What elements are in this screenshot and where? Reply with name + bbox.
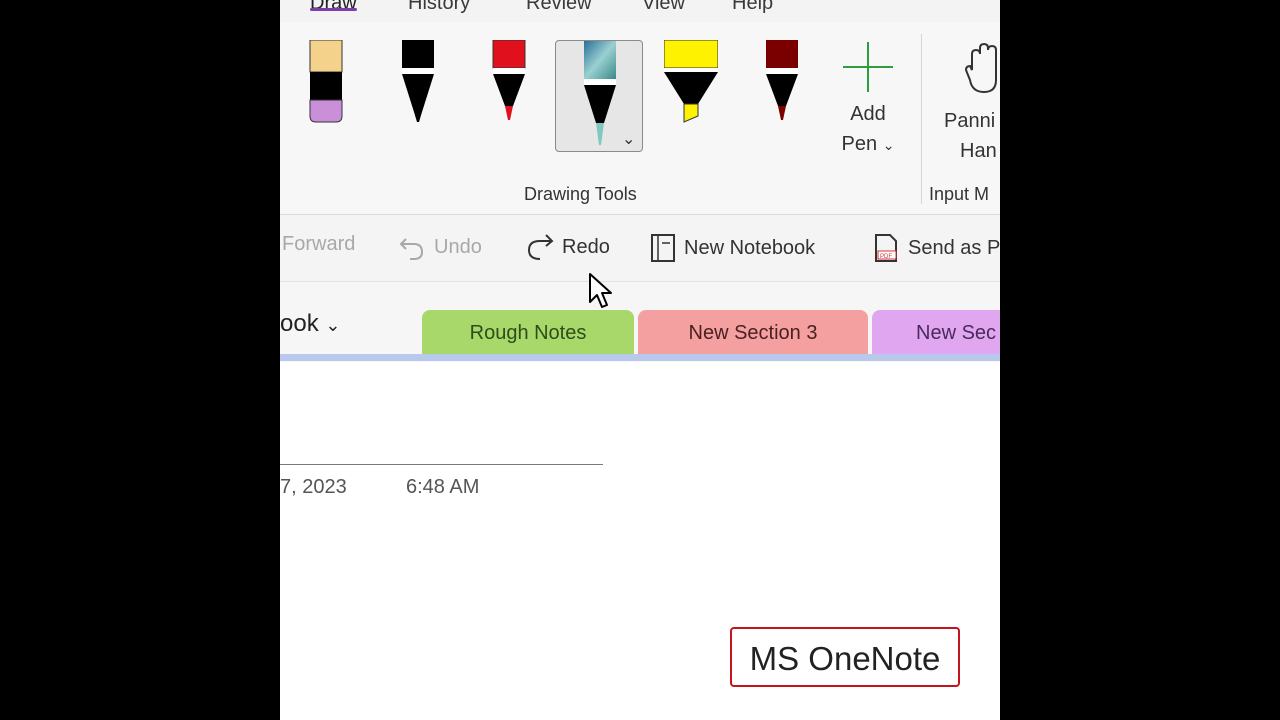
page-time: 6:48 AM — [406, 476, 480, 498]
tab-help[interactable]: Help — [732, 0, 773, 15]
black-pen[interactable] — [400, 40, 436, 124]
chevron-down-icon: ⌄ — [882, 137, 895, 153]
watermark-label: MS OneNote — [730, 627, 960, 687]
ribbon-tab-bar: Draw History Review View Help — [280, 0, 1000, 22]
send-as-label: Send as P — [908, 236, 1000, 259]
redo-icon — [527, 234, 554, 260]
onenote-window: Draw History Review View Help ⌄ Add Pen … — [280, 0, 1000, 720]
send-as-pdf-button[interactable]: PDF Send as P — [872, 233, 1000, 263]
dark-red-pen[interactable] — [764, 40, 800, 124]
tab-review[interactable]: Review — [526, 0, 592, 15]
redo-button[interactable]: Redo — [526, 233, 610, 261]
add-pen-button[interactable]: Add Pen ⌄ — [828, 40, 908, 160]
panning-label-line1: Panni — [944, 110, 996, 132]
forward-button[interactable]: Forward — [282, 233, 355, 256]
red-pen[interactable] — [491, 40, 527, 124]
plus-icon — [843, 42, 893, 92]
new-notebook-label: New Notebook — [684, 236, 816, 259]
chevron-down-icon: ⌄ — [325, 315, 341, 335]
panning-label-line2: Han — [960, 140, 997, 162]
tab-draw[interactable]: Draw — [310, 0, 357, 15]
undo-label: Undo — [434, 235, 482, 258]
undo-icon — [399, 238, 424, 260]
page-title-underline — [280, 464, 603, 465]
input-mode-group-label: Input M — [929, 184, 990, 204]
section-tab-bar: ook ⌄ Rough Notes New Section 3 New Sec — [280, 282, 1000, 362]
forward-label: Forward — [282, 233, 356, 255]
pdf-icon: PDF — [875, 234, 897, 262]
draw-ribbon: ⌄ Add Pen ⌄ Drawing Tools Panni Han Inpu… — [280, 22, 1000, 215]
quick-access-toolbar: Forward Undo Redo New Notebook PDF Send … — [280, 215, 1000, 282]
tab-history[interactable]: History — [408, 0, 470, 15]
drawing-tools-group-label: Drawing Tools — [524, 184, 637, 204]
section-tab-rough-notes[interactable]: Rough Notes — [422, 310, 634, 356]
galaxy-pen-icon — [584, 41, 616, 145]
new-notebook-button[interactable]: New Notebook — [650, 233, 815, 263]
page-date: 7, 2023 — [280, 476, 347, 498]
add-pen-label-line2: Pen ⌄ — [841, 133, 895, 155]
section-color-strip — [280, 354, 1000, 361]
hand-icon — [964, 42, 997, 94]
ribbon-separator — [921, 34, 922, 204]
redo-label: Redo — [562, 235, 610, 258]
notebook-selector[interactable]: ook ⌄ — [280, 310, 340, 338]
galaxy-pen-selected[interactable]: ⌄ — [555, 40, 643, 152]
mouse-cursor-icon — [589, 273, 612, 308]
section-tab-new-section-3[interactable]: New Section 3 — [638, 310, 868, 356]
svg-text:PDF: PDF — [880, 254, 892, 260]
yellow-highlighter-pen[interactable] — [664, 40, 718, 124]
notebook-icon — [651, 234, 675, 262]
section-tab-new-section[interactable]: New Sec — [872, 310, 1000, 356]
chevron-down-icon[interactable]: ⌄ — [622, 129, 635, 149]
highlighter-peach-pen[interactable] — [308, 40, 344, 124]
tab-view[interactable]: View — [642, 0, 685, 15]
undo-button[interactable]: Undo — [398, 233, 482, 261]
notebook-name: ook — [280, 310, 319, 337]
add-pen-label-line1: Add — [850, 103, 886, 125]
